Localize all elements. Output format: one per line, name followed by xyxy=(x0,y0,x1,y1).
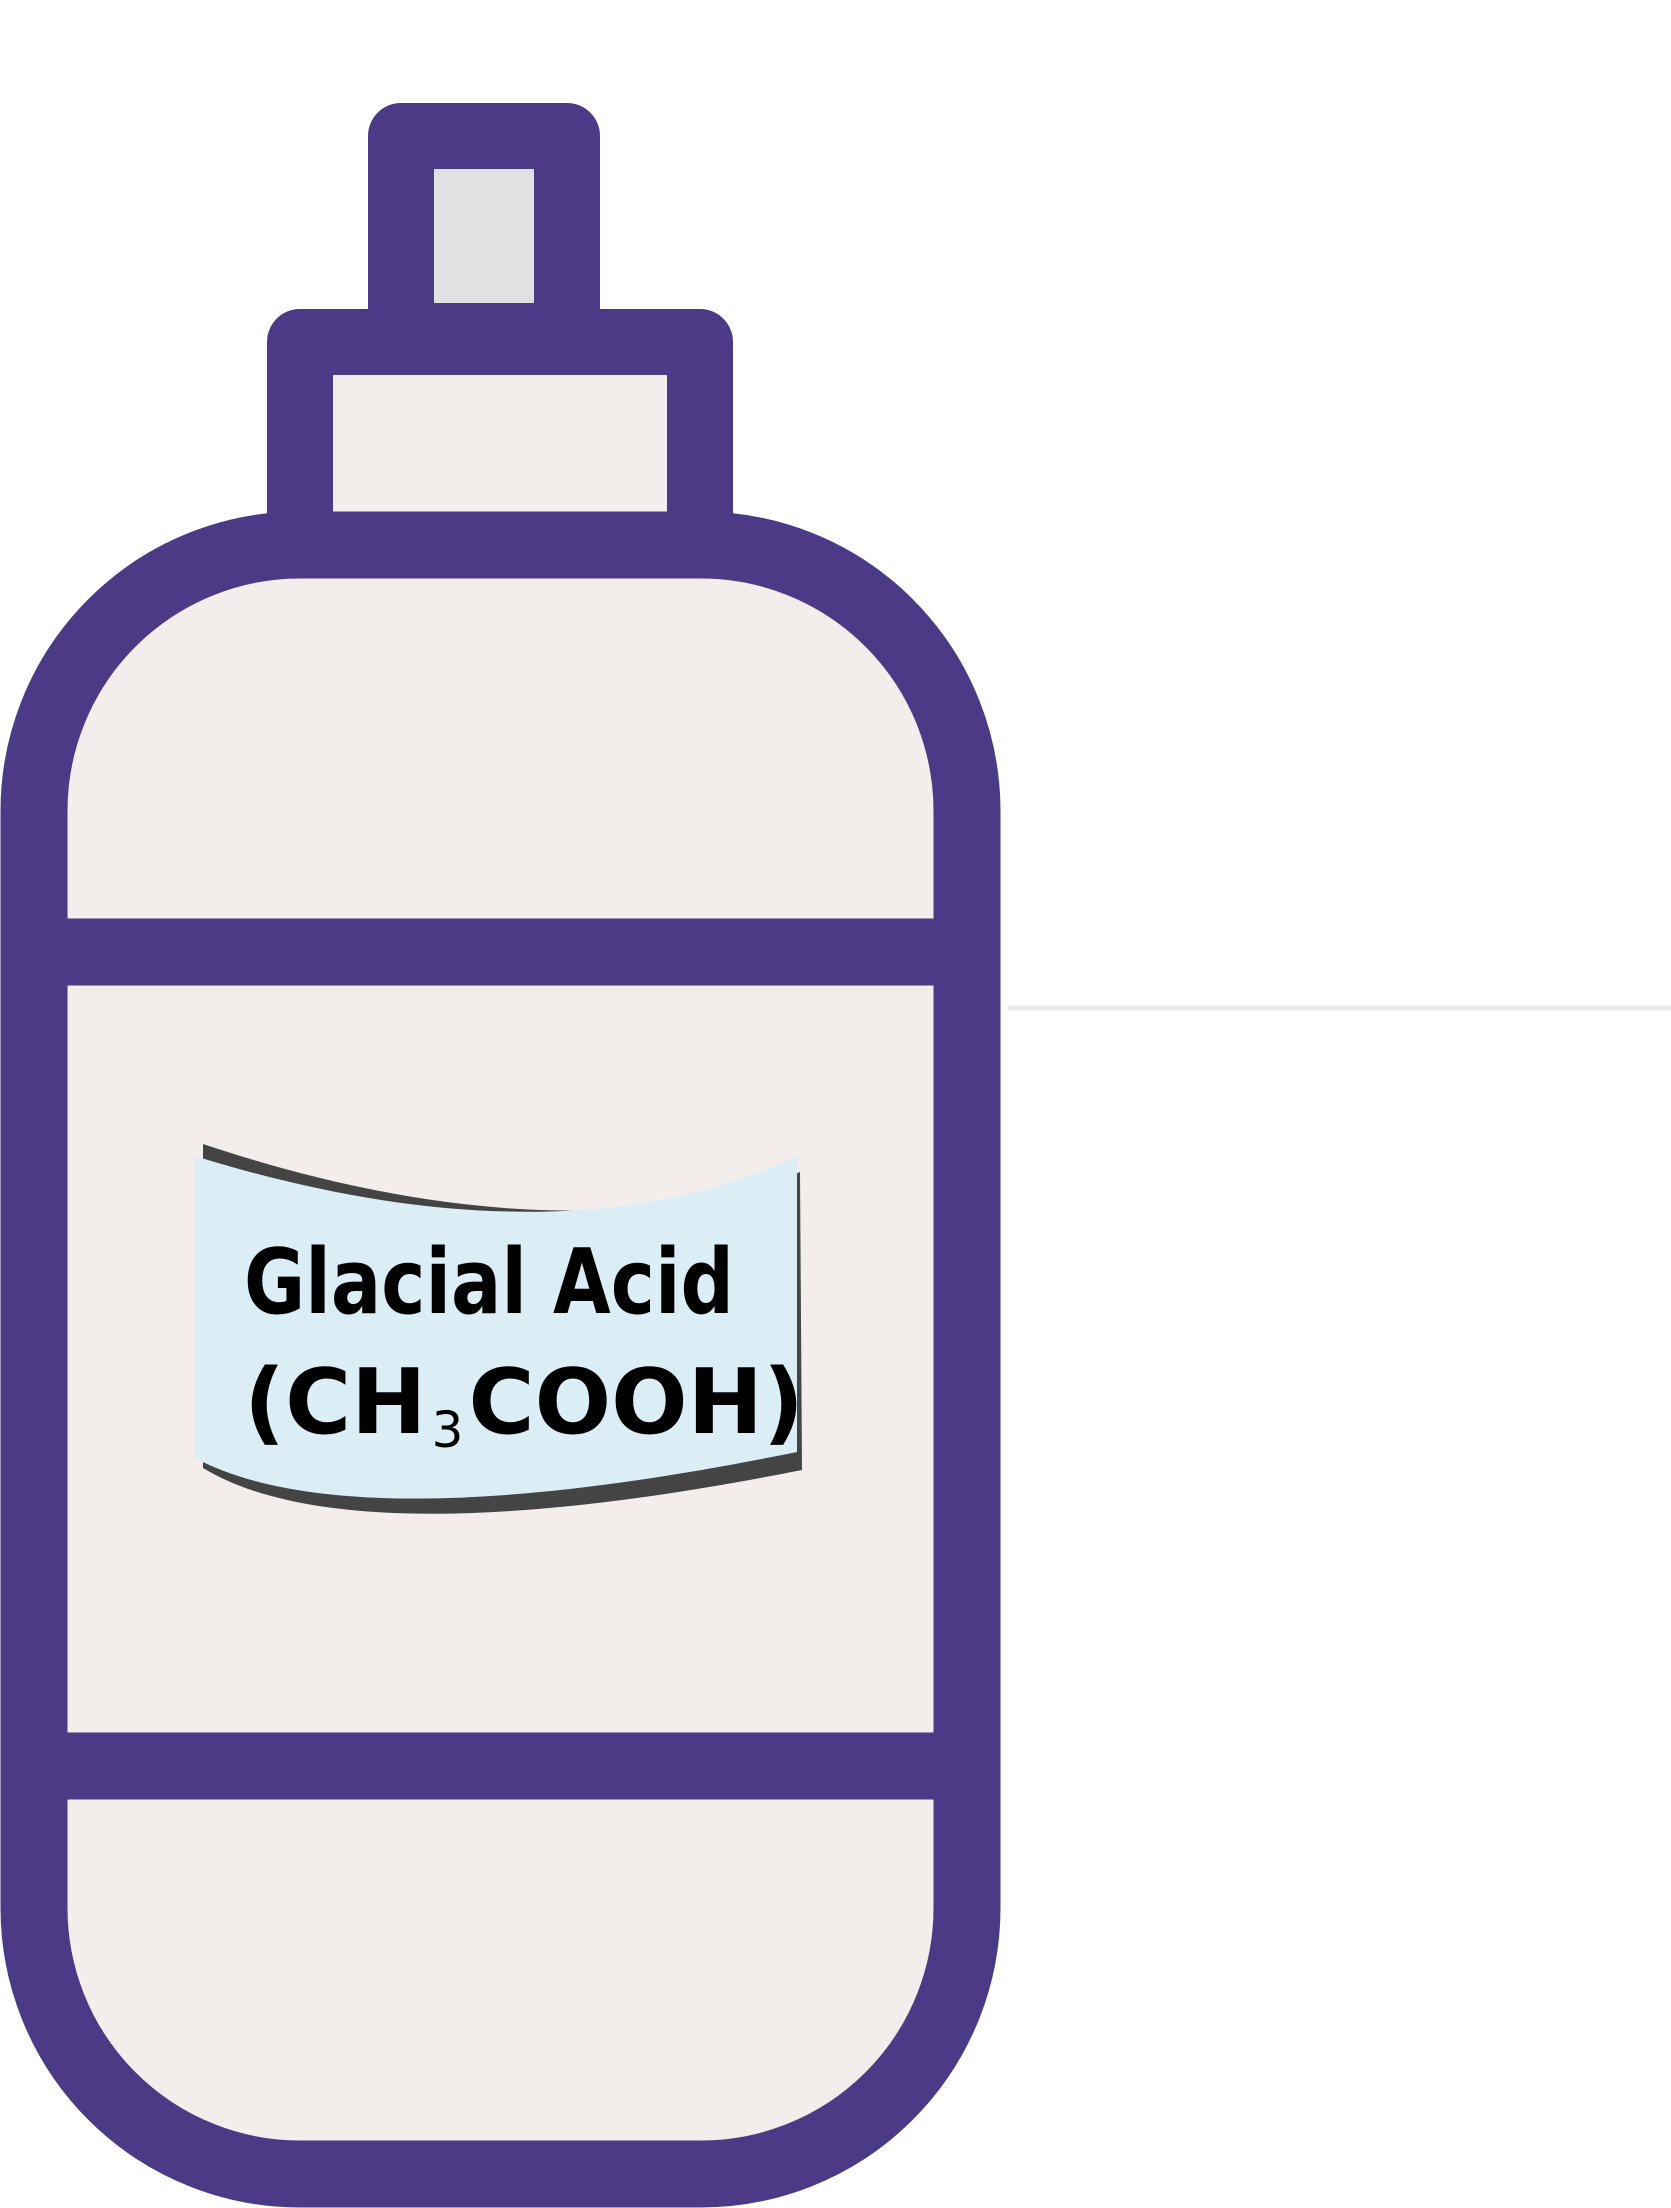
label-formula-subscript: 3 xyxy=(432,1401,464,1459)
bottle-illustration: Glacial Acid (CH 3 COOH) xyxy=(0,103,1671,2208)
label-formula: (CH 3 COOH) xyxy=(244,1350,804,1459)
label-formula-open: (CH xyxy=(244,1350,427,1455)
bottle-cap xyxy=(368,103,600,369)
label-title: Glacial Acid xyxy=(244,1230,734,1335)
label-formula-close: COOH) xyxy=(469,1350,805,1455)
